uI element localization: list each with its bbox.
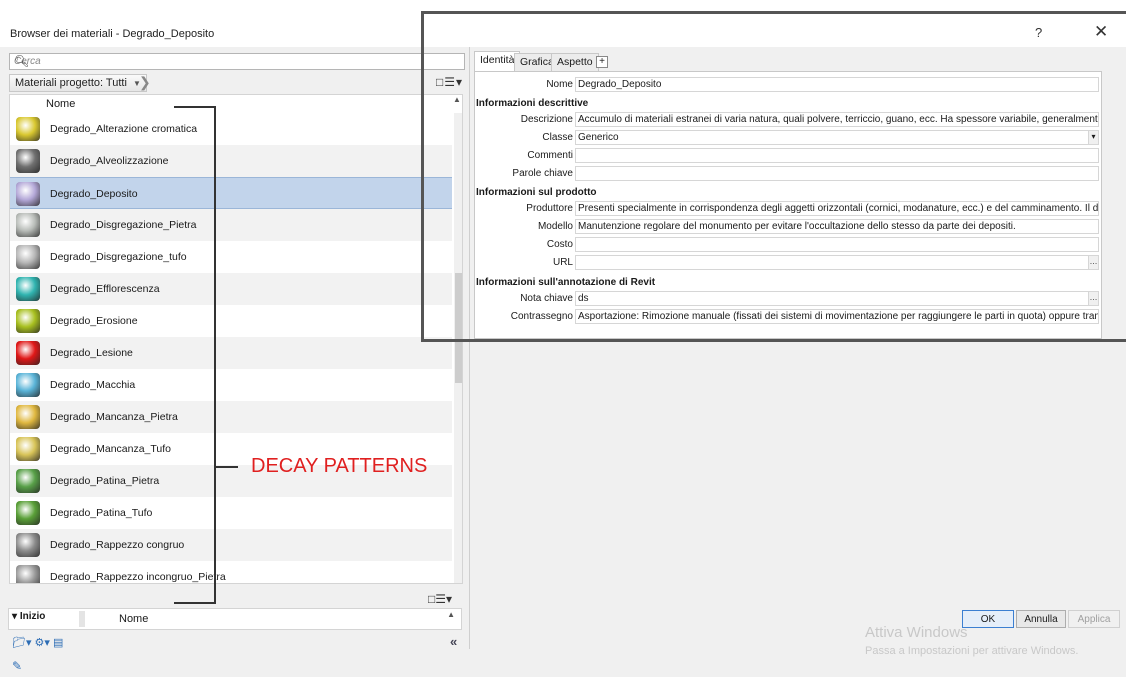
material-row-label: Degrado_Patina_Pietra <box>50 475 160 487</box>
column-header-nome[interactable]: Nome <box>46 98 75 110</box>
collapse-library-button[interactable]: « <box>450 634 457 649</box>
material-swatch-icon <box>16 405 40 429</box>
material-swatch-icon <box>16 437 40 461</box>
material-row[interactable]: Degrado_Rappezzo congruo <box>10 529 452 561</box>
material-swatch-icon <box>16 309 40 333</box>
list-header[interactable]: Nome ▲ <box>10 95 461 113</box>
bracket-vertical <box>214 106 216 604</box>
material-row[interactable]: Degrado_Rappezzo incongruo_Pietra <box>10 561 452 583</box>
material-row[interactable]: Degrado_Lesione <box>10 337 452 369</box>
material-swatch-icon <box>16 341 40 365</box>
cancel-button[interactable]: Annulla <box>1016 610 1066 628</box>
decay-patterns-annotation: DECAY PATTERNS <box>251 455 428 477</box>
annotation-box <box>421 11 1121 342</box>
material-row-label: Degrado_Disgregazione_Pietra <box>50 219 197 231</box>
material-swatch-icon <box>16 149 40 173</box>
project-materials-filter[interactable]: Materiali progetto: Tutti ▼ <box>9 74 147 92</box>
material-row[interactable]: Degrado_Efflorescenza <box>10 273 452 305</box>
library-section-label: Inizio <box>19 611 46 622</box>
material-swatch-icon <box>16 117 40 141</box>
material-row-label: Degrado_Mancanza_Tufo <box>50 443 172 455</box>
library-panel: ▾ Inizio Nome ▲ <box>8 608 462 630</box>
material-row-label: Degrado_Rappezzo incongruo_Pietra <box>50 571 226 583</box>
material-row-label: Degrado_Efflorescenza <box>50 283 160 295</box>
watermark-line-2: Passa a Impostazioni per attivare Window… <box>865 645 1079 657</box>
magnifier-icon[interactable]: 🔍︎ <box>14 54 461 68</box>
material-row-label: Degrado_Erosione <box>50 315 138 327</box>
material-row-label: Degrado_Disgregazione_tufo <box>50 251 187 263</box>
apply-button[interactable]: Applica <box>1068 610 1120 628</box>
material-row-label: Degrado_Macchia <box>50 379 136 391</box>
material-row[interactable]: Degrado_Disgregazione_tufo <box>10 241 452 273</box>
material-row-label: Degrado_Rappezzo congruo <box>50 539 185 551</box>
view-options-lower-icon[interactable]: □☰▾ <box>428 592 452 606</box>
windows-activation-watermark: Attiva Windows Passa a Impostazioni per … <box>865 624 1078 657</box>
material-row[interactable]: Degrado_Erosione <box>10 305 452 337</box>
material-swatch-icon <box>16 277 40 301</box>
panel-splitter[interactable] <box>79 611 85 627</box>
material-editor-icon[interactable]: ✎ <box>12 659 22 673</box>
material-row[interactable]: Degrado_Patina_Tufo <box>10 497 452 529</box>
library-tools-icon[interactable]: 📁︎▾ ⚙▾ ▤ <box>12 636 63 649</box>
material-swatch-icon <box>16 245 40 269</box>
material-row[interactable]: Degrado_Disgregazione_Pietra <box>10 209 452 241</box>
window-title: Browser dei materiali - Degrado_Deposito <box>10 28 215 40</box>
material-row[interactable]: Degrado_Alveolizzazione <box>10 145 452 177</box>
breadcrumb-arrow-icon: ❯ <box>139 74 151 90</box>
material-row-label: Degrado_Mancanza_Pietra <box>50 411 178 423</box>
material-row-label: Degrado_Deposito <box>50 188 138 200</box>
material-swatch-icon <box>16 533 40 557</box>
bracket-bottom <box>174 602 216 604</box>
filter-bar: Materiali progetto: Tutti ▼ ❯ □☰▾ <box>9 74 465 92</box>
library-section-inizio[interactable]: ▾ Inizio <box>12 611 45 622</box>
material-list-panel: Cerca 🔍︎ Materiali progetto: Tutti ▼ ❯ □… <box>8 52 468 647</box>
bracket-top <box>174 106 216 108</box>
material-list: Nome ▲ Degrado_Alterazione cromatica Degr… <box>9 94 463 584</box>
material-swatch-icon <box>16 501 40 525</box>
material-swatch-icon <box>16 469 40 493</box>
filter-label: Materiali progetto: Tutti <box>15 77 127 89</box>
material-row-label: Degrado_Lesione <box>50 347 133 359</box>
search-input[interactable]: Cerca 🔍︎ <box>9 53 465 70</box>
material-row-label: Degrado_Patina_Tufo <box>50 507 153 519</box>
library-column-nome[interactable]: Nome <box>119 613 148 625</box>
sort-ascending-icon: ▲ <box>447 610 455 619</box>
material-row[interactable]: Degrado_Deposito <box>10 177 452 209</box>
annotation-box-bottom <box>421 339 1126 342</box>
material-swatch-icon <box>16 213 40 237</box>
material-swatch-icon <box>16 373 40 397</box>
material-row[interactable]: Degrado_Mancanza_Pietra <box>10 401 452 433</box>
material-row-label: Degrado_Alterazione cromatica <box>50 123 198 135</box>
bracket-pointer <box>216 466 238 468</box>
material-swatch-icon <box>16 182 40 206</box>
material-swatch-icon <box>16 565 40 583</box>
material-row[interactable]: Degrado_Alterazione cromatica <box>10 113 452 145</box>
material-row[interactable]: Degrado_Macchia <box>10 369 452 401</box>
ok-button[interactable]: OK <box>962 610 1014 628</box>
material-row-label: Degrado_Alveolizzazione <box>50 155 169 167</box>
